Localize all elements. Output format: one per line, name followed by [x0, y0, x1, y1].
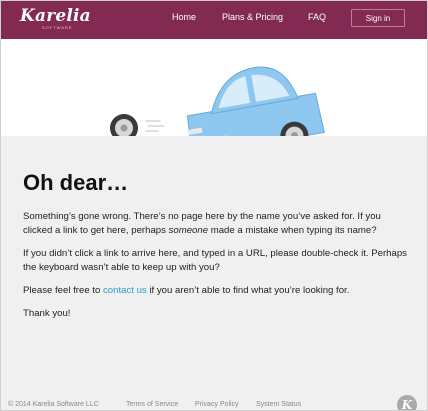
- logo-subtitle: SOFTWARE: [42, 25, 73, 30]
- nav-home[interactable]: Home: [172, 12, 196, 22]
- paragraph-not-found: Something’s gone wrong. There’s no page …: [23, 210, 408, 238]
- terms-link[interactable]: Terms of Service: [126, 401, 178, 408]
- hero-illustration: [0, 39, 428, 136]
- paragraph-typed-url: If you didn’t click a link to arrive her…: [23, 248, 407, 273]
- car-losing-wheel-illustration: [110, 66, 325, 136]
- para1-emphasis: someone: [168, 225, 209, 236]
- para1-text-b: made a mistake when typing its name?: [208, 225, 377, 236]
- copyright-text: © 2014 Karelia Software LLC: [8, 401, 99, 408]
- karelia-logo[interactable]: Karelia: [20, 6, 91, 26]
- site-header: Karelia SOFTWARE Home Plans & Pricing FA…: [0, 0, 428, 39]
- contact-us-link[interactable]: contact us: [103, 285, 147, 296]
- loose-wheel-icon: [110, 114, 138, 136]
- speed-lines-icon: [145, 120, 165, 132]
- page-title: Oh dear…: [23, 170, 129, 195]
- car-icon: [186, 66, 325, 136]
- paragraph-contact: Please feel free to contact us if you ar…: [23, 284, 408, 298]
- nav-plans-pricing[interactable]: Plans & Pricing: [222, 12, 283, 22]
- para3-text-a: Please feel free to: [23, 285, 103, 296]
- error-content: Oh dear… Something’s gone wrong. There’s…: [23, 170, 408, 330]
- footer-logo-icon[interactable]: K: [397, 395, 417, 411]
- sign-in-button[interactable]: Sign in: [351, 9, 405, 27]
- paragraph-thanks: Thank you!: [23, 308, 71, 319]
- site-footer: © 2014 Karelia Software LLC Terms of Ser…: [0, 398, 428, 411]
- para3-text-b: if you aren’t able to find what you’re l…: [146, 285, 350, 296]
- nav-faq[interactable]: FAQ: [308, 12, 326, 22]
- system-status-link[interactable]: System Status: [256, 401, 301, 408]
- privacy-link[interactable]: Privacy Policy: [195, 401, 239, 408]
